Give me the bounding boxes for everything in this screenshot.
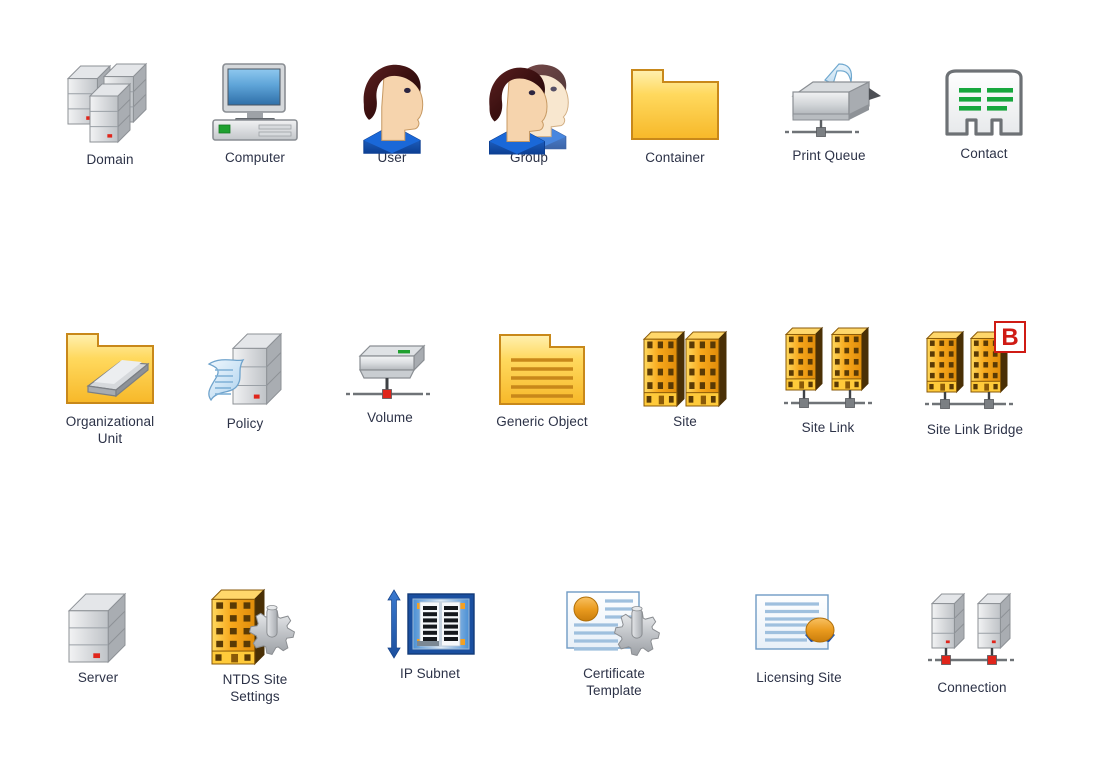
site-link-icon[interactable] [782,326,874,414]
stencil-shape-container[interactable]: Container [595,64,755,166]
stencil-shape-site[interactable]: Site [605,326,765,430]
stencil-shape-ntds-site-settings[interactable]: NTDS Site Settings [175,588,335,705]
ip-subnet-icon[interactable] [384,588,476,660]
shape-label-site-link-bridge: Site Link Bridge [926,422,1024,437]
container-folder-icon[interactable] [629,64,721,144]
stencil-shape-generic-object[interactable]: Generic Object [462,332,622,430]
shape-label-contact: Contact [960,146,1008,161]
stencil-shape-contact[interactable]: Contact [904,68,1064,162]
stencil-shape-domain[interactable]: Domain [30,62,190,168]
stencil-canvas: Domain Computer User Group Container Print Qu… [0,0,1098,761]
stencil-shape-site-link-bridge[interactable]: B Site Link Bridge [895,321,1055,438]
organizational-unit-icon[interactable] [64,330,156,408]
shape-label-server: Server [77,670,119,685]
stencil-shape-group[interactable]: Group [449,62,609,166]
svg-text:B: B [1001,324,1018,351]
shape-label-site-link: Site Link [801,420,855,435]
stencil-shape-ip-subnet[interactable]: IP Subnet [350,588,510,682]
volume-icon[interactable] [340,342,440,404]
stencil-shape-licensing-site[interactable]: Licensing Site [719,592,879,686]
shape-label-container: Container [645,150,705,165]
site-link-bridge-icon[interactable]: B [921,321,1029,416]
stencil-shape-print-queue[interactable]: Print Queue [749,62,909,164]
print-queue-icon[interactable] [777,62,881,142]
stencil-shape-computer[interactable]: Computer [175,62,335,166]
computer-icon[interactable] [209,62,301,144]
shape-label-connection: Connection [937,680,1007,695]
ntds-site-settings-icon[interactable] [210,588,300,666]
shape-label-generic-object: Generic Object [496,414,588,429]
stencil-shape-certificate-template[interactable]: Certificate Template [534,588,694,699]
shape-label-certificate-template: Certificate Template [583,666,645,698]
shape-label-print-queue: Print Queue [792,148,866,163]
stencil-shape-site-link[interactable]: Site Link [748,326,908,436]
domain-icon[interactable] [64,62,156,146]
connection-icon[interactable] [926,592,1018,674]
certificate-template-icon[interactable] [564,588,664,660]
user-icon[interactable] [352,62,432,154]
group-icon[interactable] [483,62,575,155]
shape-label-domain: Domain [86,152,134,167]
stencil-shape-server[interactable]: Server [18,592,178,686]
stencil-shape-connection[interactable]: Connection [892,592,1052,696]
server-icon[interactable] [67,592,129,664]
site-icon[interactable] [642,326,728,408]
contact-card-icon[interactable] [941,68,1027,140]
stencil-shape-volume[interactable]: Volume [310,342,470,426]
generic-object-icon[interactable] [496,332,588,408]
stencil-shape-user[interactable]: User [312,62,472,166]
stencil-shape-policy[interactable]: Policy [165,330,325,432]
shape-label-computer: Computer [224,150,286,165]
shape-label-organizational-unit: Organizational Unit [65,414,155,446]
shape-label-policy: Policy [226,416,264,431]
shape-label-volume: Volume [367,410,413,425]
shape-label-site: Site [673,414,697,429]
shape-label-ntds-site-settings: NTDS Site Settings [222,672,288,704]
shape-label-ip-subnet: IP Subnet [400,666,460,681]
shape-label-licensing-site: Licensing Site [756,670,842,685]
licensing-site-icon[interactable] [753,592,845,664]
policy-icon[interactable] [203,330,287,410]
